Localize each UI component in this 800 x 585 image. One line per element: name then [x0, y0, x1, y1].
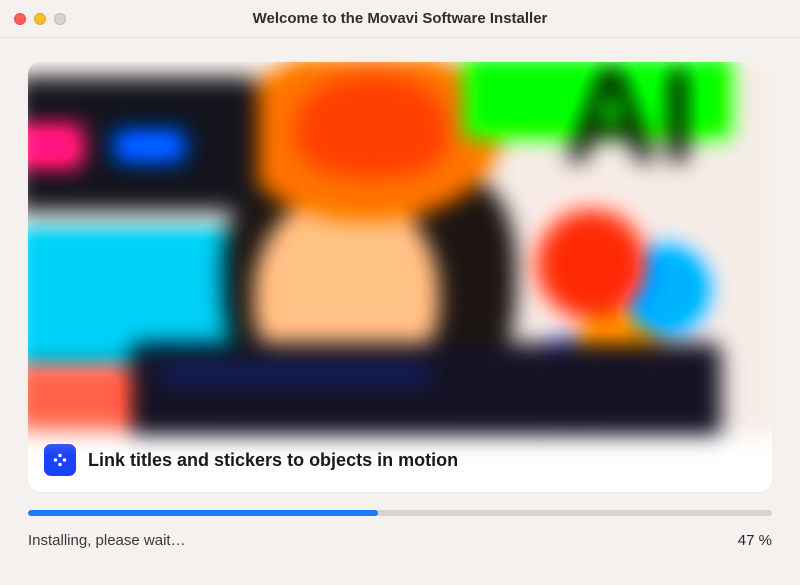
dots-icon [51, 451, 69, 469]
window-title: Welcome to the Movavi Software Installer [0, 10, 800, 27]
progress-status-row: Installing, please wait… 47 % [28, 532, 772, 549]
window-controls [14, 13, 66, 25]
movavi-app-icon [44, 444, 76, 476]
minimize-window-button[interactable] [34, 13, 46, 25]
progress-section: Installing, please wait… 47 % [0, 492, 800, 549]
title-bar: Welcome to the Movavi Software Installer [0, 0, 800, 38]
content-area: AI Link titles and stickers to objects i… [0, 38, 800, 492]
progress-status-text: Installing, please wait… [28, 532, 186, 549]
feature-card: AI Link titles and stickers to objects i… [28, 62, 772, 492]
feature-hero-image: AI [28, 62, 772, 436]
close-window-button[interactable] [14, 13, 26, 25]
progress-fill [28, 510, 378, 516]
progress-percent: 47 % [738, 532, 772, 549]
feature-caption-row: Link titles and stickers to objects in m… [28, 430, 772, 492]
progress-bar [28, 510, 772, 516]
feature-caption: Link titles and stickers to objects in m… [88, 450, 458, 471]
maximize-window-button [54, 13, 66, 25]
